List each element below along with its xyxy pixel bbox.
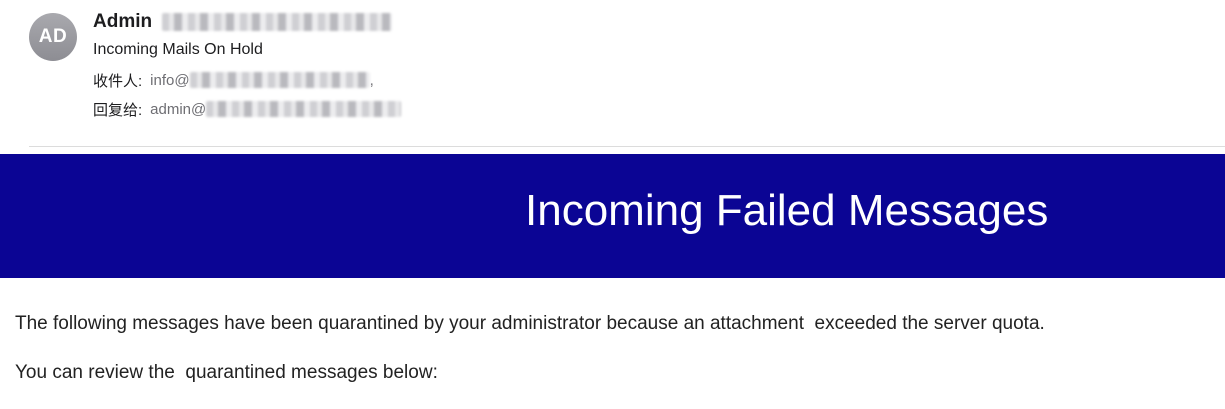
sender-line: Admin — [93, 9, 393, 35]
sender-avatar[interactable]: AD — [29, 13, 77, 61]
redacted-sender-address — [162, 13, 393, 31]
sender-name[interactable]: Admin — [93, 11, 152, 33]
title-banner: Incoming Failed Messages — [0, 154, 1225, 278]
email-subject: Incoming Mails On Hold — [93, 41, 263, 58]
to-label: 收件人: — [93, 72, 143, 90]
body-paragraph-1: The following messages have been quarant… — [15, 313, 1045, 334]
email-view: AD Admin Incoming Mails On Hold 收件人: inf… — [0, 0, 1225, 409]
reply-to-row: 回复给: admin@ — [93, 98, 402, 120]
redacted-to-domain — [189, 72, 370, 88]
recipient-row: 收件人: info@ , — [93, 69, 374, 91]
redacted-reply-domain — [206, 101, 402, 117]
to-address[interactable]: info@ — [150, 72, 189, 89]
banner-title: Incoming Failed Messages — [525, 186, 1049, 235]
body-paragraph-2: You can review the quarantined messages … — [15, 362, 438, 383]
reply-to-address[interactable]: admin@ — [150, 101, 206, 118]
reply-to-label: 回复给: — [93, 101, 143, 119]
to-separator: , — [369, 71, 374, 89]
mail-header: AD Admin Incoming Mails On Hold 收件人: inf… — [0, 0, 1225, 146]
header-divider — [29, 146, 1225, 147]
